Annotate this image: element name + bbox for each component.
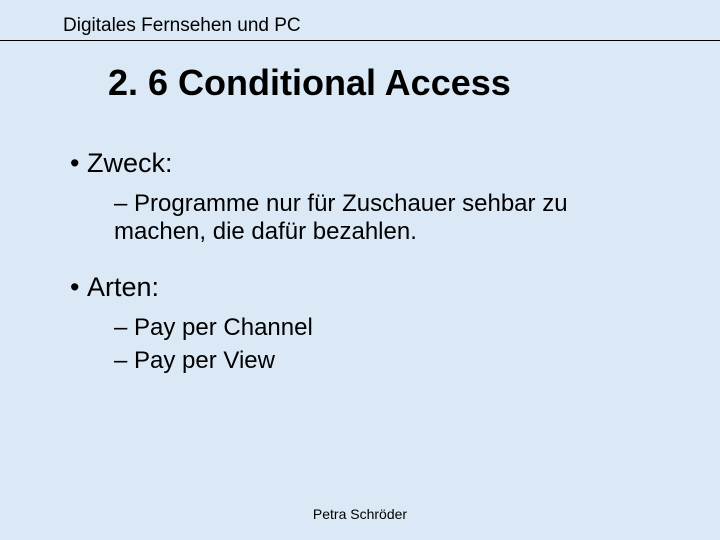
bullet-dot-icon: •	[70, 148, 87, 180]
bullet-zweck: • Zweck:	[70, 148, 650, 180]
slide-title: 2. 6 Conditional Access	[108, 62, 511, 104]
slide-content: • Zweck: – Programme nur für Zuschauer s…	[70, 148, 650, 379]
header-text: Digitales Fernsehen und PC	[63, 15, 301, 37]
footer-author: Petra Schröder	[0, 506, 720, 522]
sub-bullet: – Programme nur für Zuschauer sehbar zu …	[114, 190, 650, 247]
dash-icon: –	[114, 314, 134, 341]
bullet-arten: • Arten:	[70, 272, 650, 304]
dash-icon: –	[114, 190, 134, 217]
sub-bullet: – Pay per View	[114, 347, 650, 375]
sub-bullet-text: Programme nur für Zuschauer sehbar zu ma…	[114, 190, 568, 245]
bullet-label: Zweck:	[87, 148, 173, 178]
bullet-dot-icon: •	[70, 272, 87, 304]
slide: Digitales Fernsehen und PC 2. 6 Conditio…	[0, 0, 720, 540]
bullet-label: Arten:	[87, 272, 159, 302]
dash-icon: –	[114, 347, 134, 374]
sub-bullet: – Pay per Channel	[114, 314, 650, 342]
sub-bullet-text: Pay per Channel	[134, 314, 313, 341]
header-divider	[0, 40, 720, 41]
sub-bullet-text: Pay per View	[134, 347, 275, 374]
